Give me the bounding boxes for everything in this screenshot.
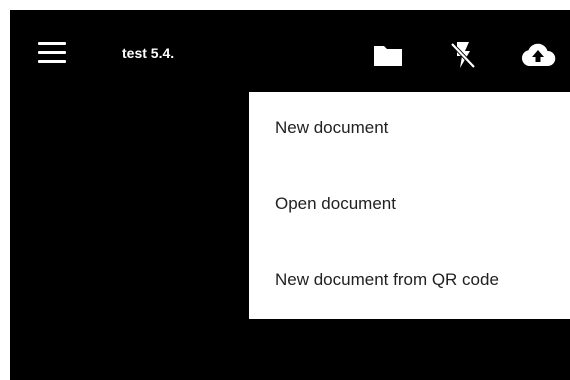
cloud-upload-icon [521,43,556,66]
folder-button[interactable] [368,40,408,70]
flash-toggle-button[interactable] [443,40,483,70]
menu-item-open-document[interactable]: Open document [249,168,570,244]
upload-button[interactable] [518,40,558,70]
page-title: test 5.4. [122,45,175,61]
menu-item-label: New document from QR code [275,270,499,289]
top-app-bar: test 5.4. [10,10,570,92]
menu-item-new-document[interactable]: New document [249,92,570,168]
folder-icon [374,46,402,66]
menu-item-label: New document [275,118,389,137]
menu-item-label: Open document [275,194,396,213]
hamburger-menu-icon[interactable] [34,40,70,66]
overflow-dropdown-menu: New document Open document New document … [249,92,570,319]
app-screen: test 5.4. New document Open document New… [10,10,570,380]
menu-item-new-document-from-qr[interactable]: New document from QR code [249,244,570,320]
flash-off-icon [450,42,476,69]
